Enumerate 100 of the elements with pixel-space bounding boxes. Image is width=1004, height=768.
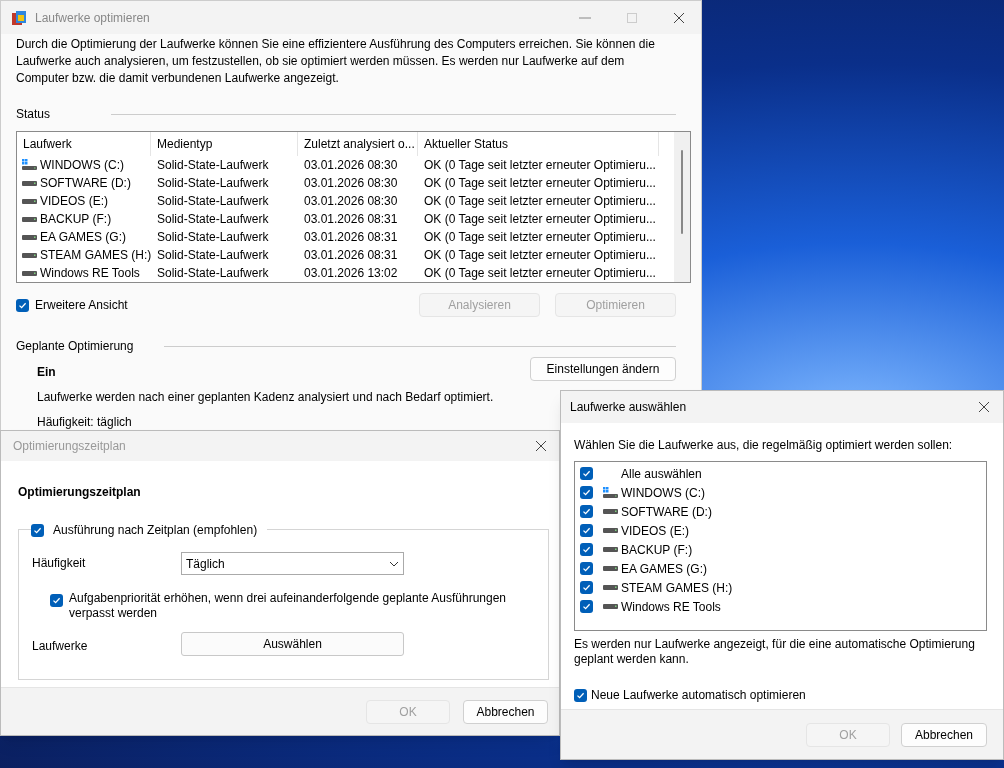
drive-row[interactable]: VIDEOS (E:) Solid-State-Laufwerk 03.01.2026 08:30 OK (0 Tage seit letzter erneuter Optimieru... [17,192,674,210]
instruction-text: Wählen Sie die Laufwerke aus, die regelmäßig optimiert werden sollen: [574,437,954,454]
table-cell-text: BACKUP (F:) [40,211,112,228]
schedule-description: Laufwerke werden nach einer geplanten Kadenz analysiert und nach Bedarf optimiert. [37,389,494,406]
drive-icon [21,270,37,276]
app-icon [11,9,27,26]
dialog-button[interactable]: Abbrechen [901,722,987,747]
column-header[interactable]: Zuletzt analysiert o... [298,132,418,156]
table-cell-text: Solid-State-Laufwerk [157,211,269,228]
table-cell-text: 03.01.2026 08:31 [304,247,398,264]
checkbox-label: Ausführung nach Zeitplan (empfohlen) [53,522,258,539]
checkmark-icon [33,525,42,535]
window-title: Laufwerke optimieren [35,9,150,27]
checkbox[interactable] [580,581,593,594]
select-drives-button[interactable]: Auswählen [181,632,404,656]
checkmark-icon [582,564,591,573]
column-header[interactable]: Aktueller Status [418,132,659,156]
scrollbar[interactable] [674,132,690,282]
drive-icon [602,528,618,533]
system-drive-icon [602,486,618,499]
drive-label: STEAM GAMES (H:) [621,579,733,597]
column-header[interactable]: Laufwerk [17,132,151,156]
table-cell-text: Solid-State-Laufwerk [157,265,269,282]
schedule-state: Ein [37,364,57,381]
table-cell-text: 03.01.2026 08:30 [304,193,398,210]
change-settings-button[interactable]: Einstellungen ändern [530,357,676,381]
drive-label: BACKUP (F:) [621,541,693,559]
checkbox[interactable] [16,298,29,312]
chevron-down-icon [389,560,399,567]
table-cell-text: 03.01.2026 08:30 [304,175,398,192]
section-heading: Status [16,106,52,123]
drive-label: VIDEOS (E:) [621,522,689,540]
table-cell-text: Solid-State-Laufwerk [157,229,269,246]
dialog-title: Optimierungszeitplan [13,438,126,455]
drive-row[interactable]: STEAM GAMES (H:) Solid-State-Laufwerk 03.01.2026 08:31 OK (0 Tage seit letzter erneuter Optimieru... [17,246,674,264]
drive-label: EA GAMES (G:) [621,560,707,578]
close-icon[interactable] [673,11,685,24]
table-cell-text: OK (0 Tage seit letzter erneuter Optimieru... [424,175,656,192]
table-cell-text: OK (0 Tage seit letzter erneuter Optimieru... [424,193,656,210]
table-cell-text: 03.01.2026 08:30 [304,157,398,174]
checkmark-icon [582,545,591,554]
table-cell-text: 03.01.2026 08:31 [304,229,398,246]
drive-label: Windows RE Tools [621,598,721,616]
schedule-frequency: Häufigkeit: täglich [37,414,133,431]
drive-icon [602,566,618,571]
checkbox[interactable] [574,688,587,702]
checkbox[interactable] [580,600,593,613]
table-cell-text: Solid-State-Laufwerk [157,157,269,174]
table-cell-text: VIDEOS (E:) [40,193,108,210]
drive-label: SOFTWARE (D:) [621,503,712,521]
system-drive-icon [21,159,37,171]
table-cell-text: OK (0 Tage seit letzter erneuter Optimieru... [424,211,656,228]
table-cell-text: 03.01.2026 13:02 [304,265,398,282]
table-cell-text: 03.01.2026 08:31 [304,211,398,228]
drive-icon [21,198,37,204]
table-cell-text: Solid-State-Laufwerk [157,175,269,192]
table-cell-text: OK (0 Tage seit letzter erneuter Optimieru... [424,229,656,246]
checkmark-icon [582,507,591,516]
checkbox[interactable] [580,562,593,575]
table-cell-text: OK (0 Tage seit letzter erneuter Optimieru... [424,157,656,174]
drive-row[interactable]: WINDOWS (C:) Solid-State-Laufwerk 03.01.2026 08:30 OK (0 Tage seit letzter erneuter Optimieru... [17,156,674,174]
table-cell-text: Solid-State-Laufwerk [157,247,269,264]
table-cell-text: Windows RE Tools [40,265,140,282]
drive-icon [21,234,37,240]
drive-row[interactable]: BACKUP (F:) Solid-State-Laufwerk 03.01.2026 08:31 OK (0 Tage seit letzter erneuter Optimieru... [17,210,674,228]
checkmark-icon [576,690,585,700]
table-cell-text: SOFTWARE (D:) [40,175,131,192]
description-text: Durch die Optimierung der Laufwerke können Sie eine effizientere Ausführung des Computers erreichen. Sie können die Laufwerke auch analysieren, um festzustellen, ob sie optimiert werden müssen. Es werden nur Laufwerke auf dem Computer bzw. die damit verbundenen Laufwerke angezeigt. [16,36,656,87]
note-text: Es werden nur Laufwerke angezeigt, für die eine automatische Optimierung geplant werden kann. [574,637,976,667]
checkbox[interactable] [31,523,44,537]
checkmark-icon [582,488,591,497]
drive-row[interactable]: SOFTWARE (D:) Solid-State-Laufwerk 03.01.2026 08:30 OK (0 Tage seit letzter erneuter Optimieru... [17,174,674,192]
drive-icon [21,180,37,186]
drive-label: WINDOWS (C:) [621,484,705,502]
checkmark-icon [18,300,27,310]
dialog-button[interactable]: Abbrechen [463,699,548,724]
checkmark-icon [582,583,591,592]
frequency-dropdown[interactable]: Täglich [181,552,404,575]
checkbox[interactable] [580,505,593,518]
checkbox[interactable] [580,543,593,556]
field-label: Laufwerke [32,638,89,655]
drive-row[interactable]: EA GAMES (G:) Solid-State-Laufwerk 03.01.2026 08:31 OK (0 Tage seit letzter erneuter Optimieru... [17,228,674,246]
checkmark-icon [582,469,591,478]
drive-row[interactable]: Windows RE Tools Solid-State-Laufwerk 03.01.2026 13:02 OK (0 Tage seit letzter erneuter Optimieru... [17,264,674,282]
column-header[interactable]: Medientyp [151,132,298,156]
dialog-title: Laufwerke auswählen [570,399,687,416]
close-icon[interactable] [978,401,990,413]
table-cell-text: Solid-State-Laufwerk [157,193,269,210]
checkbox[interactable] [50,594,63,607]
drive-icon [602,604,618,609]
checkmark-icon [52,596,61,605]
dialog-heading: Optimierungszeitplan [18,484,142,501]
checkbox[interactable] [580,524,593,537]
close-icon[interactable] [535,440,547,452]
table-cell-text: OK (0 Tage seit letzter erneuter Optimieru... [424,265,656,282]
drive-icon [602,547,618,552]
checkbox[interactable] [580,486,593,499]
checkbox[interactable] [580,467,593,480]
checkbox-label: Aufgabenpriorität erhöhen, wenn drei aufeinanderfolgende geplante Ausführungen verpasst werden [69,591,507,621]
drive-icon [21,252,37,258]
